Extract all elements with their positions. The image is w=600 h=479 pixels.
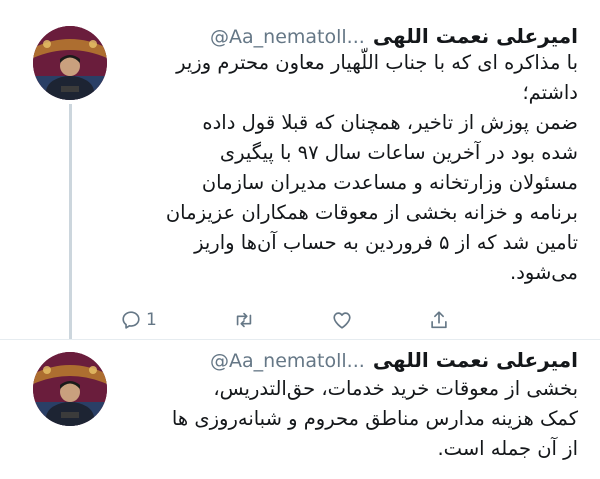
tweet-text-line: می‌شود. xyxy=(510,261,578,284)
thread-line xyxy=(69,104,72,340)
tweet-header: امیرعلی نعمت اللهی @Aa_nematoll... xyxy=(210,348,578,372)
author-name[interactable]: امیرعلی نعمت اللهی xyxy=(373,348,578,372)
retweet-button[interactable] xyxy=(232,309,256,331)
tweet-text: با مذاکره ای که با جناب اللّهیار معاون م… xyxy=(108,48,578,288)
tweet-header: امیرعلی نعمت اللهی @Aa_nematoll... xyxy=(210,24,578,48)
share-icon xyxy=(431,311,447,329)
retweet-icon xyxy=(236,312,252,328)
tweet-text-line: تامین شد که از ۵ فروردین به حساب آن‌ها و… xyxy=(194,231,578,254)
tweet-actions: 1 xyxy=(120,306,450,334)
tweet-text-line: داشتم؛ xyxy=(522,81,578,104)
avatar[interactable] xyxy=(33,352,107,426)
share-button[interactable] xyxy=(428,309,450,331)
tweet-text-line: شده بود در آخرین ساعات سال ۹۷ با پیگیری xyxy=(219,141,578,164)
like-icon xyxy=(333,312,351,329)
reply-count: 1 xyxy=(146,310,157,330)
avatar-photo xyxy=(33,352,107,426)
avatar-photo xyxy=(33,26,107,100)
like-button[interactable] xyxy=(331,309,353,331)
author-handle[interactable]: @Aa_nematoll... xyxy=(210,26,365,48)
tweet-text: بخشی از معوقات خرید خدمات، حق‌التدریس، ک… xyxy=(108,374,578,464)
tweet-text-line: برنامه و خزانه بخشی از معوقات همکاران عز… xyxy=(165,201,578,224)
avatar[interactable] xyxy=(33,26,107,100)
reply-icon xyxy=(122,311,140,329)
author-handle[interactable]: @Aa_nematoll... xyxy=(210,350,365,372)
tweet-text-line: با مذاکره ای که با جناب اللّهیار معاون م… xyxy=(176,51,578,74)
reply-button[interactable]: 1 xyxy=(120,309,157,331)
tweet[interactable]: امیرعلی نعمت اللهی @Aa_nematoll... با مذ… xyxy=(0,0,600,340)
tweet-text-line: ضمن پوزش از تاخیر، همچنان که قبلا قول دا… xyxy=(202,111,578,134)
tweet-text-line: از آن جمله است. xyxy=(437,437,578,460)
tweet-text-line: بخشی از معوقات خرید خدمات، حق‌التدریس، xyxy=(213,377,578,400)
tweet-text-line: کمک هزینه مدارس مناطق محروم و شبانه‌روزی… xyxy=(171,407,578,430)
tweet[interactable]: امیرعلی نعمت اللهی @Aa_nematoll... بخشی … xyxy=(0,340,600,479)
author-name[interactable]: امیرعلی نعمت اللهی xyxy=(373,24,578,48)
tweet-text-line: مسئولان وزارتخانه و مساعدت مدیران سازمان xyxy=(201,171,578,194)
